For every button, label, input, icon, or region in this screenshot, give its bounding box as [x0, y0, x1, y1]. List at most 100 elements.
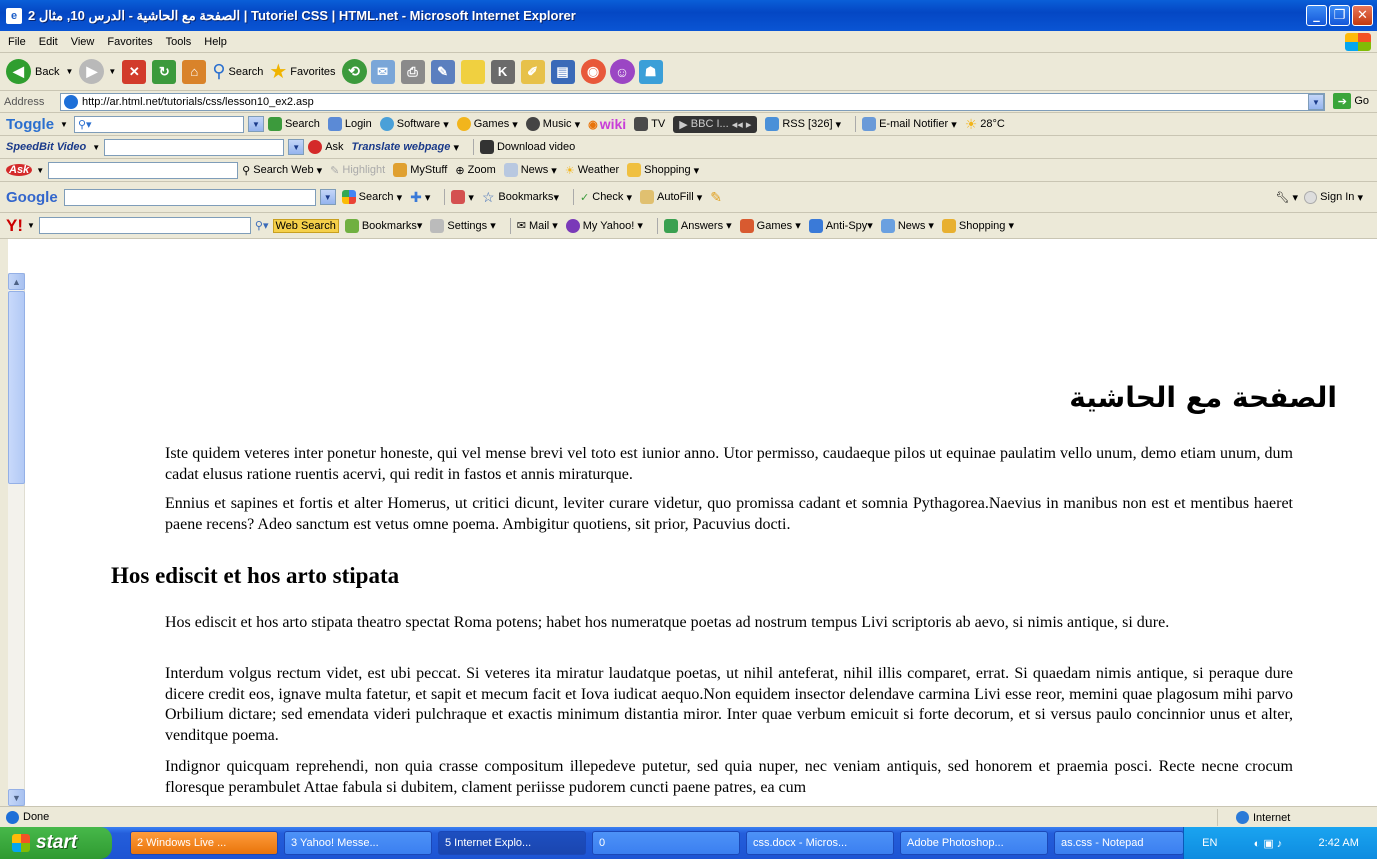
print-icon[interactable]: ⎙ [400, 59, 425, 84]
menu-edit[interactable]: Edit [39, 36, 58, 48]
address-dropdown-icon[interactable]: ▼ [1308, 94, 1324, 110]
title-bar[interactable]: e الصفحة مع الحاشية - الدرس 10, مثال 2 |… [0, 0, 1377, 31]
yahoo-settings-button[interactable]: Settings ▾ [430, 218, 496, 233]
email-notifier[interactable]: E-mail Notifier ▾ [862, 117, 957, 131]
toggle-search-button[interactable]: Search [267, 117, 320, 131]
radio-player[interactable]: ▶ BBC I... ◂◂ ▸ [673, 115, 758, 133]
google-search-input[interactable] [63, 188, 316, 206]
games-icon [456, 117, 471, 131]
task-word[interactable]: css.docx - Micros... [746, 831, 894, 855]
history-icon[interactable]: ⟲ [341, 59, 367, 84]
weather-button[interactable]: ☀ Weather [565, 164, 619, 177]
task-yahoo-messenger[interactable]: 3 Yahoo! Messe... [284, 831, 432, 855]
speedbit-dropdown[interactable]: ▼ [288, 139, 305, 155]
menu-view[interactable]: View [71, 36, 95, 48]
music-menu[interactable]: Music ▾ [525, 117, 580, 131]
paragraph-1: Iste quidem veteres inter ponetur honest… [165, 445, 1293, 483]
forward-button[interactable]: ▶ ▼ [79, 59, 116, 84]
rss-menu[interactable]: RSS [326] ▾ [765, 117, 841, 131]
toggle-search-input[interactable]: ⚲▾ [73, 115, 244, 133]
task-folder[interactable]: 0 [592, 831, 740, 855]
menu-favorites[interactable]: Favorites [107, 36, 152, 48]
mystuff-button[interactable]: MyStuff [393, 163, 447, 177]
menu-file[interactable]: File [8, 36, 26, 48]
minimize-button[interactable]: _ [1306, 5, 1327, 26]
maximize-button[interactable]: ❐ [1329, 5, 1350, 26]
refresh-icon[interactable]: ↻ [152, 59, 177, 84]
task-photoshop[interactable]: Adobe Photoshop... [900, 831, 1048, 855]
task-notepad[interactable]: as.css - Notepad [1054, 831, 1184, 855]
search-button[interactable]: ⚲ Search [212, 61, 263, 82]
messenger-k-icon[interactable]: K [490, 59, 515, 84]
yahoo-bookmarks-button[interactable]: Bookmarks ▾ [344, 218, 422, 233]
ask-search-input[interactable] [48, 161, 239, 179]
popup-blocker-button[interactable]: ▾ [451, 190, 474, 204]
toggle-dropdown[interactable]: ▼ [247, 116, 264, 132]
stop-icon[interactable]: ✕ [122, 59, 147, 84]
yahoo-search-input[interactable] [38, 217, 251, 234]
google-bookmarks-button[interactable]: ☆ Bookmarks ▾ [482, 189, 559, 206]
task-windows-live[interactable]: 2 Windows Live ... [130, 831, 278, 855]
translate-menu[interactable]: Translate webpage ▾ [352, 141, 459, 154]
games-menu[interactable]: Games ▾ [456, 117, 518, 131]
research-icon[interactable]: ▤ [550, 59, 575, 84]
autofill-button[interactable]: AutoFill ▾ [640, 190, 702, 204]
home-icon[interactable]: ⌂ [182, 59, 207, 84]
web-search-button[interactable]: Web Search [272, 218, 339, 233]
yahoo-games-button[interactable]: Games ▾ [739, 218, 801, 233]
tv-button[interactable]: TV [634, 117, 665, 131]
news-button[interactable]: News ▾ [503, 163, 557, 177]
note-icon[interactable] [460, 59, 485, 84]
yahoo-news-button[interactable]: News ▾ [880, 218, 934, 233]
zoom-button[interactable]: ⊕ Zoom [455, 164, 495, 177]
close-button[interactable]: ✕ [1352, 5, 1373, 26]
yahoo-shopping-button[interactable]: Shopping ▾ [941, 218, 1014, 233]
task-internet-explorer[interactable]: 5 Internet Explo... [438, 831, 586, 855]
tray-icons[interactable]: ◐ ▣ ♪ [1254, 837, 1283, 850]
address-field[interactable]: http://ar.html.net/tutorials/css/lesson1… [60, 93, 1325, 111]
yahoo-search-icon[interactable]: ⚲▾ [255, 219, 269, 232]
back-button[interactable]: ◀ Back ▼ [6, 59, 73, 84]
weather-widget[interactable]: ☀ 28°C [965, 116, 1005, 133]
plus-icon: ✚ [410, 188, 422, 205]
discuss-icon[interactable]: ◉ [580, 59, 606, 84]
search-web-button[interactable]: ⚲ Search Web ▾ [242, 164, 322, 177]
login-button[interactable]: Login [327, 117, 372, 131]
scroll-down-icon[interactable]: ▼ [8, 789, 25, 806]
scroll-thumb[interactable] [8, 291, 25, 484]
menu-tools[interactable]: Tools [166, 36, 192, 48]
download-video-button[interactable]: Download video [479, 140, 575, 154]
favorites-button[interactable]: ★ Favorites [269, 59, 335, 84]
wiki-button[interactable]: ◉ wiki [588, 116, 626, 132]
speedbit-input[interactable] [104, 138, 285, 156]
software-menu[interactable]: Software ▾ [379, 117, 449, 131]
google-dropdown[interactable]: ▼ [319, 189, 336, 205]
google-add-button[interactable]: ✚ ▾ [410, 189, 430, 206]
vertical-scrollbar[interactable]: ▲ ▼ [8, 273, 25, 806]
go-button[interactable]: ➔ Go [1333, 93, 1369, 109]
my-yahoo-button[interactable]: My Yahoo! ▾ [565, 218, 643, 233]
clock[interactable]: 2:42 AM [1319, 837, 1359, 849]
people-icon[interactable]: ☗ [638, 59, 663, 84]
answers-button[interactable]: Answers ▾ [663, 218, 732, 233]
language-indicator[interactable]: EN [1202, 837, 1217, 849]
edit-icon[interactable]: ✎ [430, 59, 455, 84]
yahoo-mail-button[interactable]: ✉ Mail ▾ [517, 219, 558, 233]
pen-icon[interactable]: ✐ [520, 59, 545, 84]
google-search-icon [341, 190, 356, 204]
spell-check-button[interactable]: ✓ Check ▾ [580, 191, 632, 204]
anti-spy-button[interactable]: Anti-Spy ▾ [808, 218, 873, 233]
shopping-button[interactable]: Shopping ▾ [627, 163, 699, 177]
page-done-icon [6, 810, 19, 824]
google-search-button[interactable]: Search ▾ [341, 190, 402, 204]
messenger-icon[interactable]: ☺ [609, 59, 635, 84]
google-signin[interactable]: 🔧︎ ▾ Sign In ▾ [1275, 190, 1363, 204]
start-button[interactable]: start [0, 827, 112, 859]
mail-icon[interactable]: ✉ [370, 59, 395, 84]
scroll-up-icon[interactable]: ▲ [8, 273, 25, 290]
menu-help[interactable]: Help [204, 36, 227, 48]
pencil-icon[interactable]: ✎ [710, 189, 722, 206]
highlight-button[interactable]: ✎ Highlight [330, 164, 385, 177]
wrench-icon: 🔧︎ ▾ [1275, 191, 1305, 204]
ask-button[interactable]: Ask [308, 140, 344, 154]
